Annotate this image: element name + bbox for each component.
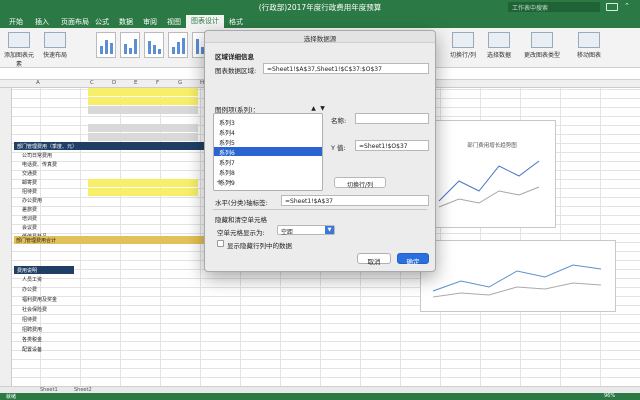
data-range-field[interactable]: =Sheet1!$A$37,Sheet1!$C$37:$O$37 [263, 63, 429, 74]
series-item[interactable]: 系列4 [214, 127, 322, 137]
section-header: 部门管理费用（季度、元） [14, 142, 204, 150]
row-label: 电话费、传真费 [22, 162, 58, 168]
reorder-buttons: ▲ ▼ [309, 104, 329, 113]
row-headers [0, 88, 12, 386]
y-values-label: Y 值: [331, 144, 346, 152]
chart-style-thumb[interactable] [120, 32, 140, 58]
background-chart[interactable]: 部门费用增长趋势图 [428, 120, 556, 228]
data-range-label: 图表数据区域: [215, 67, 257, 75]
tab-formulas[interactable]: 公式 [90, 16, 114, 28]
chart-lines [438, 160, 540, 208]
row-label: 交通费 [22, 171, 38, 177]
name-label: 名称: [331, 117, 347, 125]
y-values-field[interactable]: =Sheet1!$O$37 [355, 140, 429, 151]
tab-page-layout[interactable]: 页面布局 [56, 16, 94, 28]
series-item[interactable]: 系列5 [214, 137, 322, 147]
chart-style-thumb[interactable] [168, 32, 188, 58]
note-label: 招聘费用 [22, 327, 43, 333]
chart-style-thumb[interactable] [144, 32, 164, 58]
status-ready: 就绪 [6, 394, 17, 400]
tab-format[interactable]: 格式 [224, 16, 248, 28]
status-bar: 就绪 96% [0, 393, 640, 400]
sheet-tabs: Sheet1 Sheet2 [0, 386, 640, 393]
move-chart-icon [578, 32, 600, 48]
search-input[interactable]: 工作表中搜索 [508, 2, 600, 12]
note-label: 办公费 [22, 287, 38, 293]
chart-lines [432, 264, 602, 298]
region-details-heading: 区域详细信息 [215, 53, 254, 61]
empty-cells-label: 空单元格显示为: [217, 229, 265, 237]
row-label: 邮寄费 [22, 180, 38, 186]
select-data-button[interactable]: 选择数据 [484, 32, 514, 59]
bar-chart-icon [531, 32, 553, 48]
change-chart-type-button[interactable]: 更改图表类型 [524, 32, 560, 59]
ribbon-tabs: 开始 插入 页面布局 公式 数据 审阅 视图 图表设计 格式 [0, 14, 640, 28]
hidden-empty-heading: 隐藏和清空单元格 [215, 216, 267, 224]
move-chart-button[interactable]: 移动图表 [574, 32, 604, 59]
show-hidden-label: 显示隐藏行列中的数据 [227, 242, 292, 250]
chevron-down-icon: ▼ [325, 226, 334, 234]
dialog-title: 选择数据源 [205, 31, 435, 43]
select-data-source-dialog: 选择数据源 区域详细信息 图表数据区域: =Sheet1!$A$37,Sheet… [204, 30, 436, 272]
tab-review[interactable]: 审阅 [138, 16, 162, 28]
tab-data[interactable]: 数据 [114, 16, 138, 28]
row-label: 公司日常费用 [22, 153, 53, 159]
layout-icon [44, 32, 66, 48]
x-axis-field[interactable]: =Sheet1!$A$37 [281, 195, 429, 206]
add-element-button[interactable]: 添加图表元素 [4, 32, 34, 68]
series-item-selected[interactable]: 系列6 [214, 147, 322, 157]
row-label: 招待费 [22, 189, 38, 195]
switch-icon [452, 32, 474, 48]
chevron-up-icon[interactable]: ⌃ [624, 2, 630, 10]
series-item[interactable]: 系列8 [214, 167, 322, 177]
note-label: 社会保险费 [22, 307, 48, 313]
switch-row-col-dialog-button[interactable]: 切换行/列 [334, 177, 386, 189]
tab-home[interactable]: 开始 [4, 16, 28, 28]
x-axis-label: 水平(分类)轴标签: [215, 199, 268, 207]
zoom-level[interactable]: 96% [604, 393, 615, 399]
name-field[interactable] [355, 113, 429, 124]
cancel-button[interactable]: 取消 [357, 253, 391, 266]
series-item[interactable]: 系列7 [214, 157, 322, 167]
background-chart[interactable] [420, 240, 616, 312]
quick-layout-button[interactable]: 快速布局 [40, 32, 70, 59]
chart-element-icon [8, 32, 30, 48]
row-label: 培训费 [22, 216, 38, 222]
row-label: 会议费 [22, 225, 38, 231]
section-header: 费用说明 [14, 266, 74, 274]
empty-cells-select[interactable]: 空距 ▼ [277, 225, 335, 236]
row-label: 办公费用 [22, 198, 43, 204]
move-down-icon[interactable]: ▼ [318, 104, 327, 113]
share-icon[interactable] [606, 3, 618, 11]
series-item[interactable]: 系列3 [214, 117, 322, 127]
note-label: 各类税金 [22, 337, 43, 343]
note-label: 配置设备 [22, 347, 43, 353]
switch-row-col-button[interactable]: 切换行/列 [448, 32, 478, 59]
add-series-button[interactable]: + [214, 178, 224, 187]
tab-insert[interactable]: 插入 [30, 16, 54, 28]
ok-button[interactable]: 确定 [397, 253, 429, 266]
note-label: 人员工资 [22, 277, 43, 283]
remove-series-button[interactable]: − [225, 178, 235, 187]
row-label: 差旅费 [22, 207, 38, 213]
note-label: 福利费用及奖金 [22, 297, 58, 303]
title-bar: (行政部)2017年度行政费用年度预算 工作表中搜索 ⌃ [0, 0, 640, 14]
divider [213, 209, 427, 210]
move-up-icon[interactable]: ▲ [309, 104, 318, 113]
show-hidden-checkbox[interactable] [217, 240, 224, 247]
table-icon [488, 32, 510, 48]
chart-style-thumb[interactable] [96, 32, 116, 58]
row-label: 部门管理费用合计 [16, 238, 57, 244]
tab-view[interactable]: 视图 [162, 16, 186, 28]
tab-chart-design[interactable]: 图表设计 [186, 15, 224, 28]
note-label: 招待费 [22, 317, 38, 323]
